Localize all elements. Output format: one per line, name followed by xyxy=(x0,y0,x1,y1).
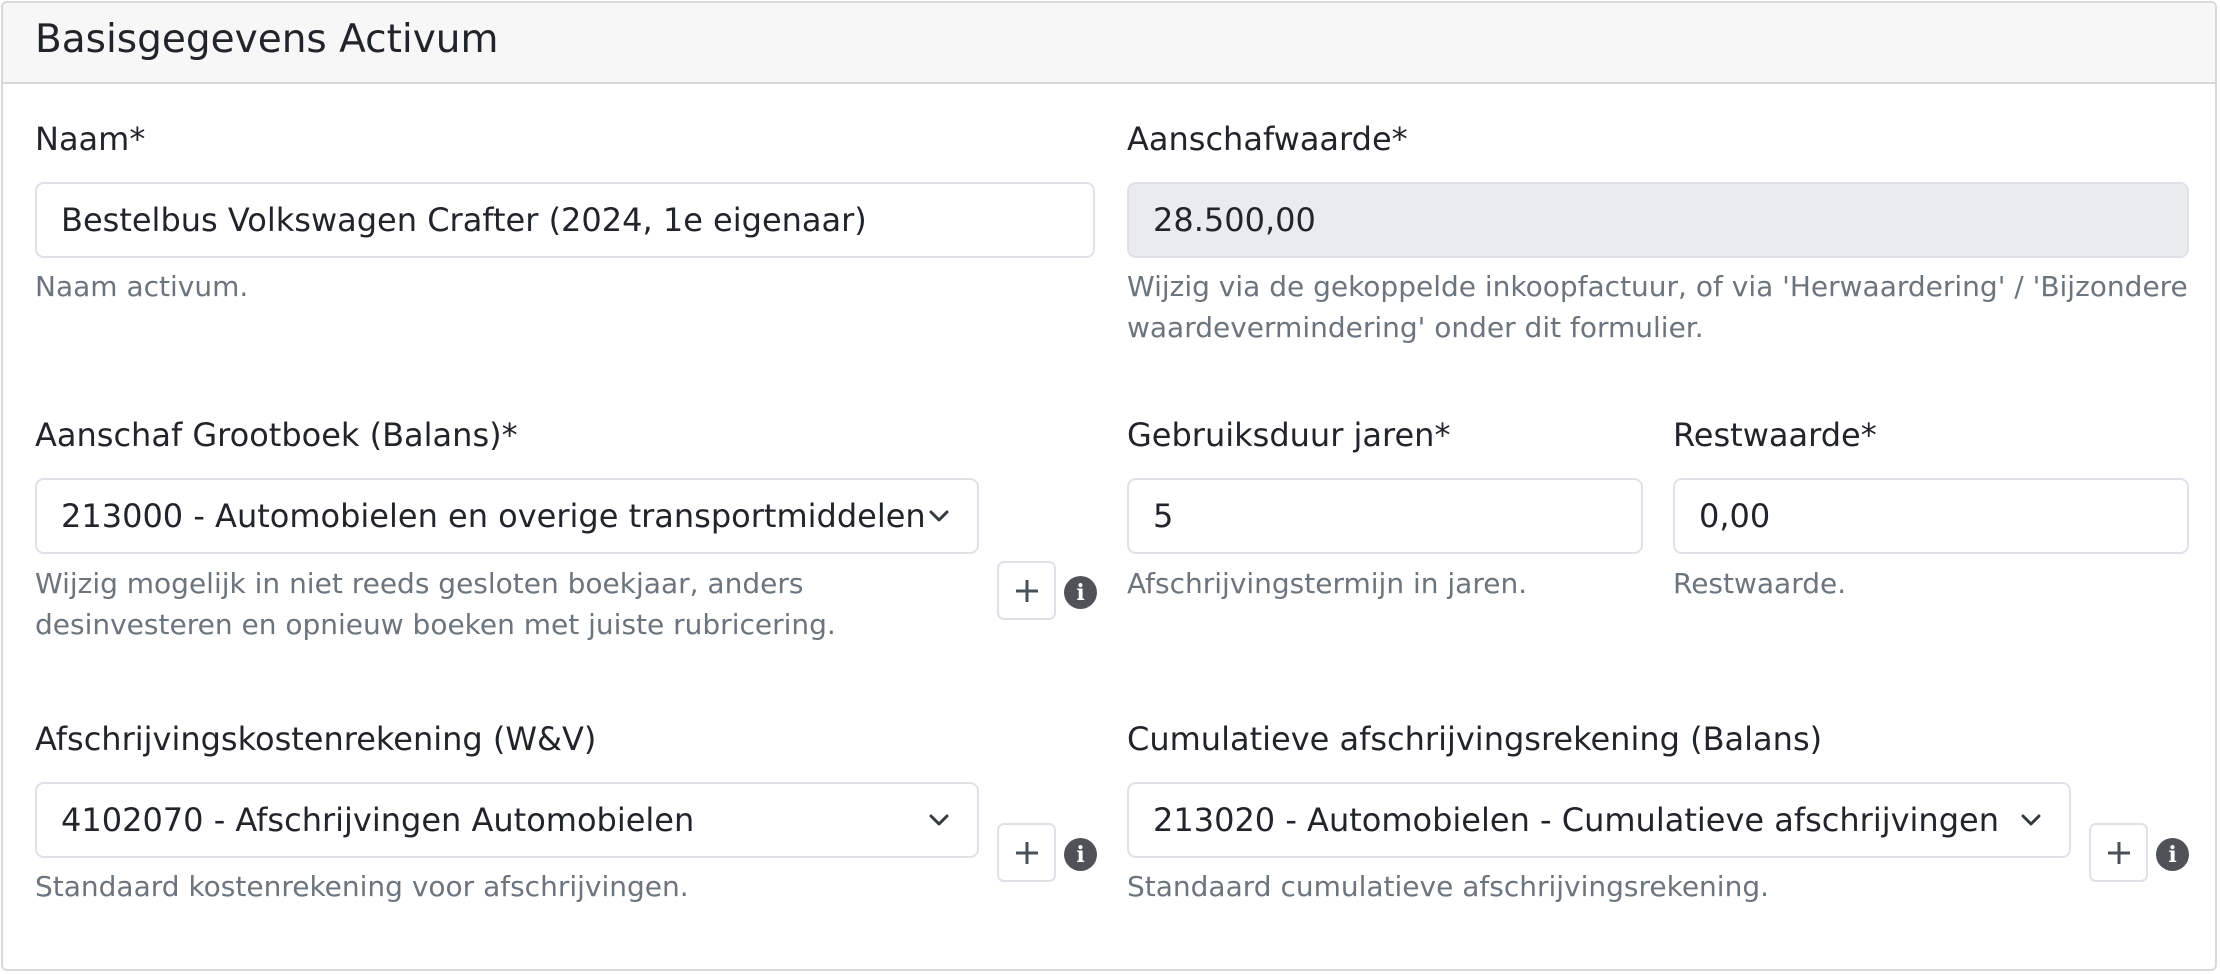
naam-label: Naam* xyxy=(35,120,146,158)
info-icon[interactable]: i xyxy=(1064,576,1097,609)
grootboek-help: Wijzig mogelijk in niet reeds gesloten b… xyxy=(35,563,836,645)
gebruiksduur-input[interactable]: 5 xyxy=(1127,478,1643,554)
aanschafwaarde-help-line2: waardevermindering' onder dit formulier. xyxy=(1127,311,1704,344)
grootboek-add-button[interactable] xyxy=(997,561,1056,620)
gebruiksduur-label: Gebruiksduur jaren* xyxy=(1127,416,1451,454)
card-title: Basisgegevens Activum xyxy=(35,17,499,62)
restwaarde-label: Restwaarde* xyxy=(1673,416,1877,454)
gebruiksduur-help: Afschrijvingstermijn in jaren. xyxy=(1127,567,1528,600)
grootboek-selected-value: 213000 - Automobielen en overige transpo… xyxy=(61,497,926,535)
kostenrekening-add-button[interactable] xyxy=(997,823,1056,882)
basisgegevens-card: Basisgegevens Activum Naam* Bestelbus Vo… xyxy=(1,1,2217,971)
restwaarde-help: Restwaarde. xyxy=(1673,567,1847,600)
plus-icon xyxy=(1015,579,1038,602)
kostenrekening-label: Afschrijvingskostenrekening (W&V) xyxy=(35,720,597,758)
info-icon[interactable]: i xyxy=(2156,838,2189,871)
plus-icon xyxy=(2107,841,2130,864)
grootboek-select[interactable]: 213000 - Automobielen en overige transpo… xyxy=(35,478,979,554)
grootboek-help-line2: desinvesteren en opnieuw boeken met juis… xyxy=(35,608,836,641)
kostenrekening-help: Standaard kostenrekening voor afschrijvi… xyxy=(35,870,689,903)
info-icon[interactable]: i xyxy=(1064,838,1097,871)
aanschafwaarde-help: Wijzig via de gekoppelde inkoopfactuur, … xyxy=(1127,266,2188,348)
kostenrekening-selected-value: 4102070 - Afschrijvingen Automobielen xyxy=(61,801,695,839)
kostenrekening-select[interactable]: 4102070 - Afschrijvingen Automobielen xyxy=(35,782,979,858)
cumulatief-help: Standaard cumulatieve afschrijvingsreken… xyxy=(1127,870,1770,903)
aanschafwaarde-help-line1: Wijzig via de gekoppelde inkoopfactuur, … xyxy=(1127,270,2188,303)
grootboek-help-line1: Wijzig mogelijk in niet reeds gesloten b… xyxy=(35,567,804,600)
cumulatief-add-button[interactable] xyxy=(2089,823,2148,882)
naam-help: Naam activum. xyxy=(35,270,249,303)
chevron-down-icon xyxy=(929,814,949,826)
grootboek-label: Aanschaf Grootboek (Balans)* xyxy=(35,416,518,454)
cumulatief-selected-value: 213020 - Automobielen - Cumulatieve afsc… xyxy=(1153,801,1999,839)
card-header: Basisgegevens Activum xyxy=(3,3,2215,84)
restwaarde-input[interactable]: 0,00 xyxy=(1673,478,2189,554)
plus-icon xyxy=(1015,841,1038,864)
aanschafwaarde-label: Aanschafwaarde* xyxy=(1127,120,1408,158)
chevron-down-icon xyxy=(2021,814,2041,826)
naam-input[interactable]: Bestelbus Volkswagen Crafter (2024, 1e e… xyxy=(35,182,1095,258)
cumulatief-select[interactable]: 213020 - Automobielen - Cumulatieve afsc… xyxy=(1127,782,2071,858)
cumulatief-label: Cumulatieve afschrijvingsrekening (Balan… xyxy=(1127,720,1823,758)
chevron-down-icon xyxy=(929,510,949,522)
aanschafwaarde-input: 28.500,00 xyxy=(1127,182,2189,258)
